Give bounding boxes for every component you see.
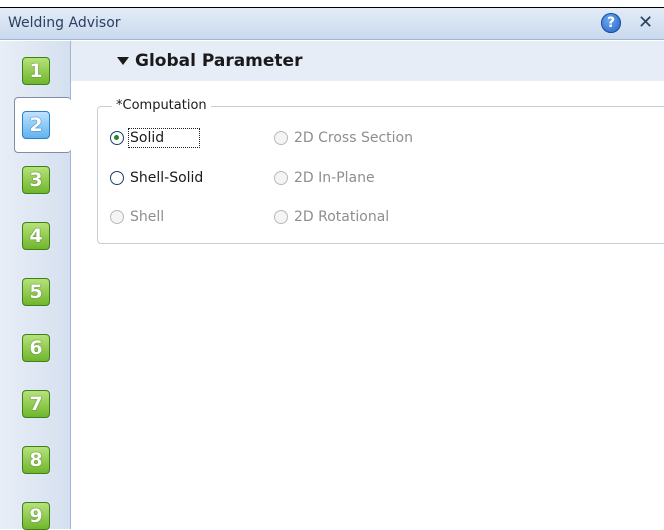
radio-shell-label: Shell — [130, 209, 165, 225]
radio-2d-rotational: 2D Rotational — [274, 209, 389, 225]
radio-solid[interactable]: Solid — [110, 128, 201, 148]
section-title: Global Parameter — [135, 51, 303, 71]
step-button-8[interactable]: 8 — [22, 446, 50, 474]
window-title: Welding Advisor — [8, 15, 121, 31]
step-button-6[interactable]: 6 — [22, 334, 50, 362]
collapse-triangle-icon[interactable] — [117, 57, 129, 65]
help-icon[interactable]: ? — [601, 13, 621, 33]
radio-solid-dot[interactable] — [110, 131, 124, 145]
radio-solid-label: Solid — [127, 128, 201, 148]
radio-shell-solid-dot[interactable] — [110, 171, 124, 185]
radio-2d-in-plane-dot — [274, 171, 288, 185]
title-bar: Welding Advisor ? ✕ — [0, 8, 664, 40]
step-button-7[interactable]: 7 — [22, 390, 50, 418]
radio-2d-cross-section: 2D Cross Section — [274, 130, 413, 146]
step-button-9[interactable]: 9 — [22, 502, 50, 530]
radio-2d-cross-section-dot — [274, 131, 288, 145]
close-icon[interactable]: ✕ — [638, 12, 653, 34]
radio-shell: Shell — [110, 209, 164, 225]
step-button-2[interactable]: 2 — [22, 111, 50, 139]
radio-2d-rotational-label: 2D Rotational — [294, 209, 390, 225]
radio-shell-solid[interactable]: Shell-Solid — [110, 170, 203, 186]
step-button-5[interactable]: 5 — [22, 278, 50, 306]
step-button-3[interactable]: 3 — [22, 166, 50, 194]
radio-shell-dot — [110, 210, 124, 224]
radio-2d-in-plane: 2D In-Plane — [274, 170, 375, 186]
radio-2d-cross-section-label: 2D Cross Section — [294, 130, 413, 146]
step-button-1[interactable]: 1 — [22, 57, 50, 85]
step-button-4[interactable]: 4 — [22, 222, 50, 250]
radio-shell-solid-label: Shell-Solid — [130, 170, 204, 186]
top-border — [0, 0, 664, 8]
computation-legend: *Computation — [112, 98, 211, 113]
radio-2d-in-plane-label: 2D In-Plane — [294, 170, 375, 186]
radio-2d-rotational-dot — [274, 210, 288, 224]
